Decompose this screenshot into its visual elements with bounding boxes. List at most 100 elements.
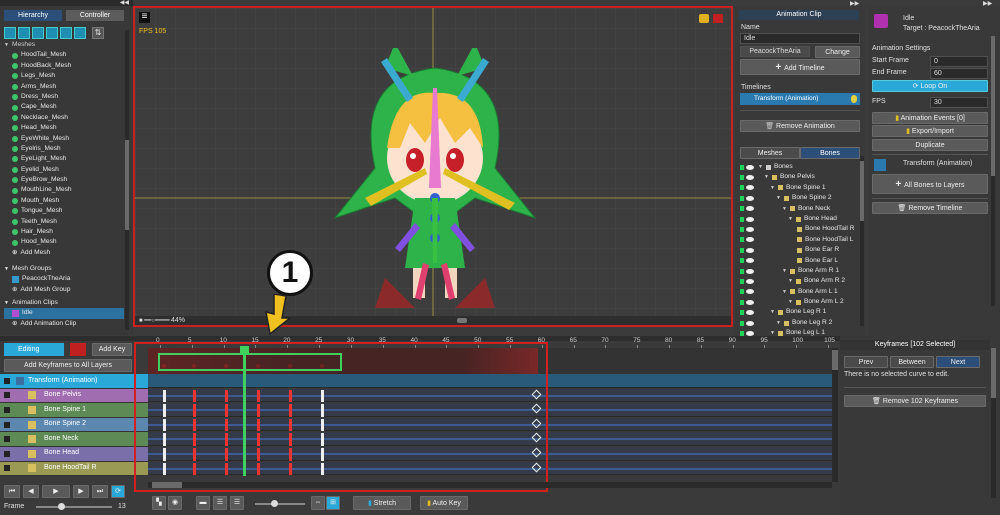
mesh-item[interactable]: Eyelid_Mesh	[4, 165, 124, 175]
mesh-item[interactable]: Teeth_Mesh	[4, 217, 124, 227]
snap-icon[interactable]: ⊞	[326, 496, 340, 510]
expand-arrow-icon[interactable]: ▼	[764, 172, 769, 182]
bone-item[interactable]: ▼ Bone Spine 1	[740, 183, 858, 193]
mesh-item[interactable]: Cape_Mesh	[4, 102, 124, 112]
track-toggle-icon[interactable]	[4, 392, 10, 399]
settings-scrollbar[interactable]	[991, 36, 995, 306]
mesh-item[interactable]: Eyelris_Mesh	[4, 144, 124, 154]
viewport[interactable]: ≡ FPS 105 ■ ━━○━━━━ 44%	[133, 6, 733, 327]
add-keyframes-all-button[interactable]: Add Keyframes to All Layers	[4, 359, 132, 372]
tab-meshes[interactable]: Meshes	[740, 147, 800, 159]
mesh-groups-header[interactable]: ▼ Mesh Groups	[4, 264, 124, 274]
track-toggle-icon[interactable]	[4, 377, 10, 384]
eye-icon[interactable]	[746, 175, 754, 181]
visibility-indicator-icon[interactable]	[740, 164, 744, 170]
duplicate-button[interactable]: Duplicate	[872, 139, 988, 151]
visibility-indicator-icon[interactable]	[740, 299, 744, 305]
row-small-icon[interactable]: ▬	[196, 496, 210, 510]
track-row[interactable]: Bone Head	[0, 446, 148, 462]
hierarchy-scrollbar[interactable]	[125, 30, 129, 330]
tab-bones[interactable]: Bones	[800, 147, 860, 159]
mesh-item[interactable]: Mouth_Mesh	[4, 196, 124, 206]
visibility-indicator-icon[interactable]	[740, 289, 744, 295]
expand-arrow-icon[interactable]: ▼	[758, 162, 763, 172]
editing-toggle[interactable]: Editing	[4, 343, 64, 356]
bones-scrollbar[interactable]	[860, 156, 864, 326]
bone-item[interactable]: ▼ Bone Head	[740, 214, 858, 224]
mesh-item[interactable]: EyeWhite_Mesh	[4, 134, 124, 144]
eye-icon[interactable]	[746, 164, 754, 170]
track-row[interactable]: Bone HoodTail R	[0, 461, 148, 477]
mesh-group-item[interactable]: PeacockTheAria	[4, 274, 124, 284]
mesh-filter-icon[interactable]	[18, 27, 30, 39]
timeline-item[interactable]: Transform (Animation)	[740, 93, 860, 105]
all-bones-to-layers-button[interactable]: + All Bones to Layers	[872, 174, 988, 194]
track-toggle-icon[interactable]	[4, 421, 10, 428]
param-filter-icon[interactable]	[60, 27, 72, 39]
lock-icon[interactable]	[70, 343, 86, 356]
track-row[interactable]: Bone Spine 2	[0, 417, 148, 433]
bone-item[interactable]: Bone Ear L	[740, 256, 858, 266]
track-row[interactable]: Bone Neck	[0, 432, 148, 447]
track-timeline-header[interactable]: Transform (Animation)	[0, 374, 148, 389]
end-frame-input[interactable]: 60	[930, 68, 988, 79]
mesh-item[interactable]: Necklace_Mesh	[4, 113, 124, 123]
visibility-indicator-icon[interactable]	[740, 195, 744, 201]
expand-arrow-icon[interactable]: ▼	[782, 266, 787, 276]
eye-icon[interactable]	[746, 278, 754, 284]
visibility-indicator-icon[interactable]	[740, 268, 744, 274]
expand-arrow-icon[interactable]: ▼	[788, 297, 793, 307]
bone-item[interactable]: ▼ Bone Neck	[740, 204, 858, 214]
timeline-v-scrollbar[interactable]	[832, 348, 838, 482]
remove-keyframes-button[interactable]: 🗑 Remove 102 Keyframes	[844, 395, 986, 407]
visibility-indicator-icon[interactable]	[740, 185, 744, 191]
visibility-indicator-icon[interactable]	[740, 278, 744, 284]
play-icon[interactable]: ▶	[42, 485, 70, 498]
anim-filter-icon[interactable]	[46, 27, 58, 39]
visibility-indicator-icon[interactable]	[740, 206, 744, 212]
prev-button[interactable]: Prev	[844, 356, 888, 368]
eye-icon[interactable]	[746, 289, 754, 295]
expand-arrow-icon[interactable]: ▼	[770, 307, 775, 317]
expand-arrow-icon[interactable]: ▼	[788, 214, 793, 224]
visibility-indicator-icon[interactable]	[740, 320, 744, 326]
track-row[interactable]: Bone Pelvis	[0, 388, 148, 404]
visibility-indicator-icon[interactable]	[740, 310, 744, 316]
layout-icon[interactable]: ▚	[152, 496, 166, 510]
eye-icon[interactable]	[746, 310, 754, 316]
eye-icon[interactable]	[746, 216, 754, 222]
last-frame-icon[interactable]: ⏭	[92, 485, 108, 498]
zoom-timeline-slider[interactable]	[255, 500, 305, 507]
viewport-scroll-handle[interactable]	[457, 318, 467, 323]
expand-arrow-icon[interactable]: ▼	[782, 204, 787, 214]
bone-item[interactable]: ▼ Bone Arm R 1	[740, 266, 858, 276]
collapse-far-right-icon[interactable]: ▶▶	[983, 0, 992, 7]
visibility-indicator-icon[interactable]	[740, 247, 744, 253]
zoom-slider[interactable]: ■ ━━○━━━━	[139, 317, 170, 324]
group-filter-icon[interactable]	[32, 27, 44, 39]
eye-icon[interactable]	[746, 206, 754, 212]
bone-item[interactable]: ▼ Bone Pelvis	[740, 172, 858, 182]
mesh-item[interactable]: EyeLight_Mesh	[4, 154, 124, 164]
timeline-h-scrollbar[interactable]	[148, 482, 832, 488]
menu-icon[interactable]: ≡	[139, 12, 150, 23]
onion-skin-icon[interactable]	[699, 14, 709, 23]
sort-icon[interactable]: ⇅	[92, 27, 104, 39]
frame-slider-knob[interactable]	[58, 503, 65, 510]
mesh-item[interactable]: HoodBack_Mesh	[4, 61, 124, 71]
eye-icon[interactable]: ◉	[168, 496, 182, 510]
mesh-item[interactable]: Hair_Mesh	[4, 227, 124, 237]
bone-item[interactable]: Bone HoodTail R	[740, 224, 858, 234]
row-large-icon[interactable]: ☰	[230, 496, 244, 510]
eye-icon[interactable]	[746, 258, 754, 264]
keyframes-scrollbar[interactable]	[991, 348, 996, 498]
bulb-icon[interactable]	[851, 95, 857, 103]
fps-input[interactable]: 30	[930, 97, 988, 108]
collapse-icon[interactable]: ◀◀	[120, 0, 129, 6]
frame-slider[interactable]	[36, 503, 112, 510]
track-row[interactable]: Bone Spine 1	[0, 403, 148, 418]
clip-name-input[interactable]: Idle	[740, 33, 860, 44]
mesh-item[interactable]: Legs_Mesh	[4, 71, 124, 81]
bone-item[interactable]: ▼ Bone Arm L 1	[740, 287, 858, 297]
eye-icon[interactable]	[746, 247, 754, 253]
